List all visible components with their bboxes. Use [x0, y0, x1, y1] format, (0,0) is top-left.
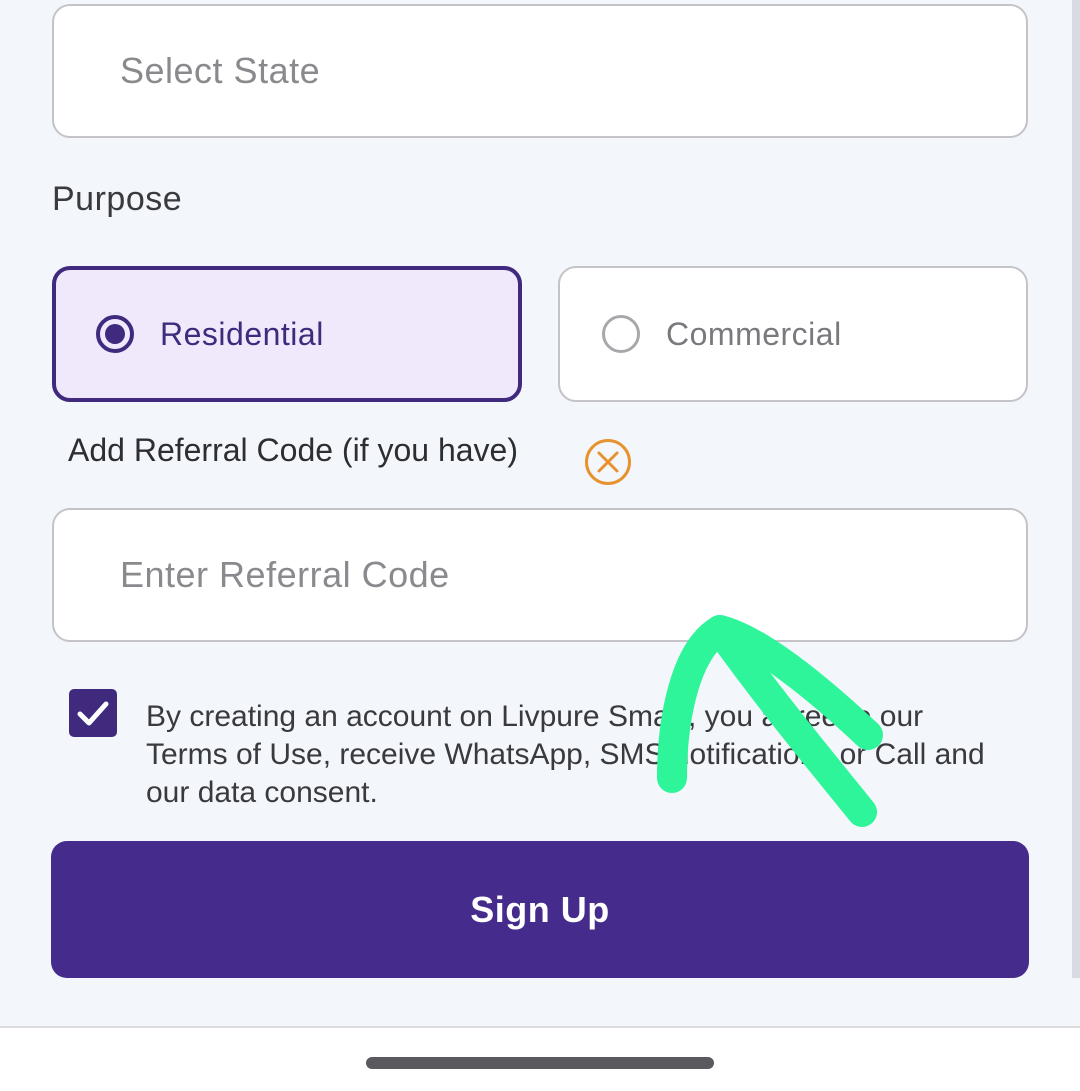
purpose-option-residential[interactable]: Residential — [52, 266, 522, 402]
sign-up-button-label: Sign Up — [470, 888, 610, 930]
radio-selected-icon — [96, 315, 134, 353]
check-icon — [77, 701, 109, 726]
purpose-option-label: Residential — [160, 315, 324, 352]
referral-toggle-label: Add Referral Code (if you have) — [68, 432, 518, 468]
close-icon[interactable] — [584, 438, 632, 486]
consent-text: By creating an account on Livpure Smart,… — [146, 700, 985, 809]
purpose-option-commercial[interactable]: Commercial — [558, 266, 1028, 402]
radio-unselected-icon — [602, 315, 640, 353]
consent-checkbox[interactable] — [69, 689, 117, 737]
sign-up-button[interactable]: Sign Up — [51, 841, 1029, 978]
state-select[interactable]: Select State — [52, 4, 1028, 138]
home-indicator[interactable] — [366, 1057, 714, 1069]
scrollbar[interactable] — [1072, 0, 1080, 978]
purpose-option-label: Commercial — [666, 315, 842, 352]
purpose-label: Purpose — [52, 180, 183, 218]
system-navigation-bar — [0, 1026, 1080, 1091]
referral-code-input[interactable]: Enter Referral Code — [52, 508, 1028, 642]
state-select-placeholder: Select State — [120, 50, 321, 91]
referral-code-placeholder: Enter Referral Code — [120, 554, 450, 595]
